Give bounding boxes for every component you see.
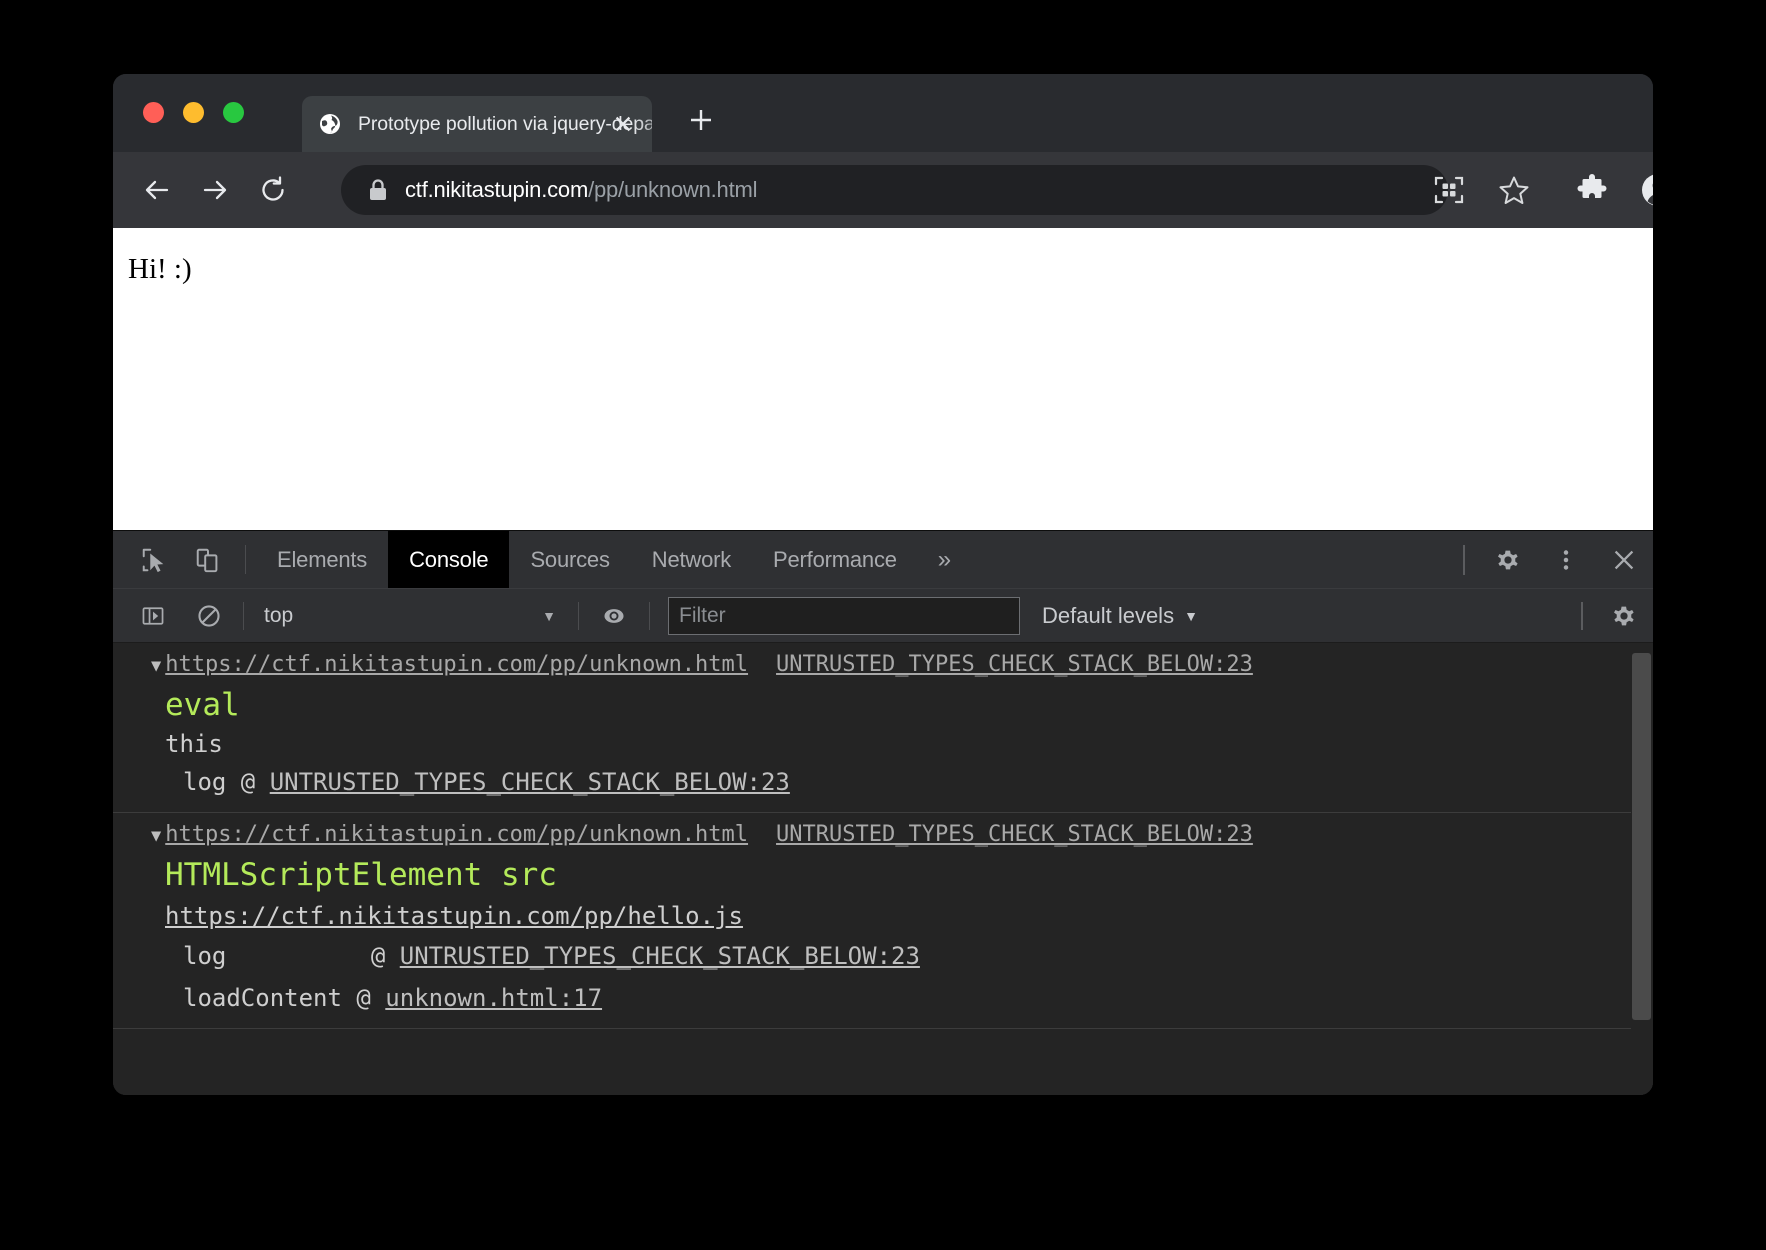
devtools-menu-icon[interactable] bbox=[1537, 531, 1595, 588]
toolbar-divider bbox=[1463, 545, 1465, 575]
forward-button[interactable] bbox=[193, 168, 237, 212]
tab-elements[interactable]: Elements bbox=[256, 531, 388, 588]
tab-strip: Prototype pollution via jquery-deparam bbox=[113, 74, 1653, 152]
browser-tab[interactable]: Prototype pollution via jquery-deparam bbox=[302, 96, 652, 152]
devtools-right-actions bbox=[1463, 531, 1653, 588]
devtools-tabbar: Elements Console Sources Network Perform… bbox=[113, 531, 1653, 589]
close-icon[interactable] bbox=[1595, 531, 1653, 588]
live-expression-eye-icon[interactable] bbox=[591, 594, 637, 638]
tab-close-icon[interactable] bbox=[611, 112, 635, 136]
console-value-link[interactable]: https://ctf.nikitastupin.com/pp/hello.js bbox=[113, 897, 1653, 935]
console-stack-frame: log @ UNTRUSTED_TYPES_CHECK_STACK_BELOW:… bbox=[113, 935, 1653, 977]
console-value: HTMLScriptElement src bbox=[113, 853, 1653, 897]
page-body-text: Hi! :) bbox=[128, 253, 192, 286]
more-tabs-icon[interactable]: » bbox=[918, 531, 971, 588]
console-log-levels-selector[interactable]: Default levels ▼ bbox=[1042, 603, 1198, 629]
profile-avatar-icon[interactable] bbox=[1640, 172, 1653, 208]
console-context-value: top bbox=[264, 604, 293, 628]
stack-frame-function: log @ bbox=[183, 768, 270, 796]
tab-sources[interactable]: Sources bbox=[509, 531, 630, 588]
bookmark-star-icon[interactable] bbox=[1498, 174, 1530, 206]
log-levels-label: Default levels bbox=[1042, 603, 1174, 629]
url-path: /pp/unknown.html bbox=[588, 177, 757, 202]
chevron-down-icon: ▼ bbox=[542, 608, 556, 624]
toolbar-divider bbox=[578, 602, 579, 630]
stack-frame-function: loadContent @ bbox=[183, 984, 385, 1012]
address-bar[interactable]: ctf.nikitastupin.com/pp/unknown.html bbox=[341, 165, 1448, 215]
console-scrollbar[interactable] bbox=[1631, 643, 1653, 1095]
page-viewport: Hi! :) bbox=[113, 228, 1653, 530]
device-toolbar-icon[interactable] bbox=[181, 531, 235, 588]
console-scrollbar-thumb[interactable] bbox=[1632, 653, 1651, 1020]
console-toolbar: top ▼ Default levels ▼ bbox=[113, 589, 1653, 643]
console-context-selector[interactable]: top ▼ bbox=[256, 597, 566, 635]
reload-button[interactable] bbox=[251, 168, 295, 212]
tab-performance[interactable]: Performance bbox=[752, 531, 918, 588]
window-close-button[interactable] bbox=[143, 102, 164, 123]
tab-title: Prototype pollution via jquery-deparam bbox=[358, 113, 652, 136]
extensions-puzzle-icon[interactable] bbox=[1576, 174, 1608, 206]
window-maximize-button[interactable] bbox=[223, 102, 244, 123]
stack-frame-link[interactable]: UNTRUSTED_TYPES_CHECK_STACK_BELOW:23 bbox=[270, 768, 790, 796]
console-message-header: ▼ https://ctf.nikitastupin.com/pp/unknow… bbox=[113, 818, 1653, 853]
clear-console-icon[interactable] bbox=[187, 594, 231, 638]
expand-caret-icon[interactable]: ▼ bbox=[151, 649, 161, 683]
back-button[interactable] bbox=[135, 168, 179, 212]
console-message[interactable]: ▼ https://ctf.nikitastupin.com/pp/unknow… bbox=[113, 643, 1653, 813]
console-origin-link[interactable]: UNTRUSTED_TYPES_CHECK_STACK_BELOW:23 bbox=[776, 648, 1253, 682]
qr-code-icon[interactable] bbox=[1433, 174, 1465, 206]
console-origin-link[interactable]: UNTRUSTED_TYPES_CHECK_STACK_BELOW:23 bbox=[776, 818, 1253, 852]
tab-console[interactable]: Console bbox=[388, 531, 509, 588]
window-minimize-button[interactable] bbox=[183, 102, 204, 123]
stack-frame-link[interactable]: unknown.html:17 bbox=[385, 984, 602, 1012]
console-filter-input[interactable] bbox=[668, 597, 1020, 635]
inspect-element-icon[interactable] bbox=[127, 531, 181, 588]
console-message-list[interactable]: ▼ https://ctf.nikitastupin.com/pp/unknow… bbox=[113, 643, 1653, 1095]
toolbar-divider bbox=[649, 602, 650, 630]
tab-network[interactable]: Network bbox=[631, 531, 752, 588]
browser-toolbar: ctf.nikitastupin.com/pp/unknown.html bbox=[113, 152, 1653, 228]
chevron-down-icon: ▼ bbox=[1184, 608, 1198, 624]
toolbar-divider bbox=[243, 602, 244, 630]
console-settings-group bbox=[1581, 589, 1653, 642]
console-value: eval bbox=[113, 683, 1653, 727]
devtools-panel: Elements Console Sources Network Perform… bbox=[113, 530, 1653, 1095]
browser-window: Prototype pollution via jquery-deparam bbox=[113, 74, 1653, 1095]
toolbar-divider bbox=[1581, 602, 1583, 630]
console-secondary-value: this bbox=[113, 727, 1653, 761]
console-sidebar-toggle-icon[interactable] bbox=[131, 594, 175, 638]
settings-gear-icon[interactable] bbox=[1479, 531, 1537, 588]
globe-icon bbox=[319, 113, 341, 135]
new-tab-button[interactable] bbox=[683, 102, 719, 138]
console-settings-gear-icon[interactable] bbox=[1595, 589, 1653, 642]
console-source-url[interactable]: https://ctf.nikitastupin.com/pp/unknown.… bbox=[165, 648, 748, 682]
console-message-header: ▼ https://ctf.nikitastupin.com/pp/unknow… bbox=[113, 648, 1653, 683]
stack-frame-function: log @ bbox=[183, 942, 400, 970]
console-message[interactable]: ▼ https://ctf.nikitastupin.com/pp/unknow… bbox=[113, 813, 1653, 1029]
expand-caret-icon[interactable]: ▼ bbox=[151, 819, 161, 853]
console-stack-frame: loadContent @ unknown.html:17 bbox=[113, 977, 1653, 1019]
toolbar-divider bbox=[245, 545, 246, 574]
address-bar-url: ctf.nikitastupin.com/pp/unknown.html bbox=[405, 177, 757, 203]
url-domain: ctf.nikitastupin.com bbox=[405, 177, 588, 202]
stack-frame-link[interactable]: UNTRUSTED_TYPES_CHECK_STACK_BELOW:23 bbox=[400, 942, 920, 970]
window-controls bbox=[143, 102, 244, 123]
lock-icon bbox=[369, 179, 387, 201]
console-source-url[interactable]: https://ctf.nikitastupin.com/pp/unknown.… bbox=[165, 818, 748, 852]
console-stack-frame: log @ UNTRUSTED_TYPES_CHECK_STACK_BELOW:… bbox=[113, 761, 1653, 803]
